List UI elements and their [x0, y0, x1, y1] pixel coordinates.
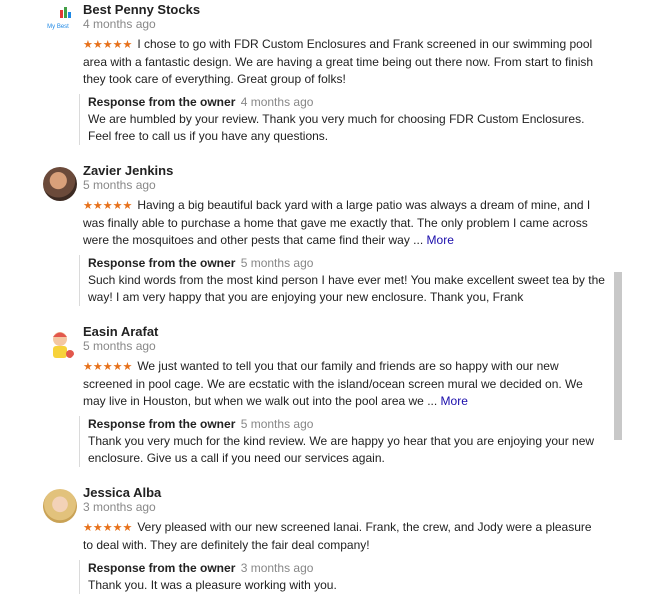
- more-link[interactable]: More: [441, 394, 468, 408]
- owner-response-time: 5 months ago: [240, 256, 314, 270]
- review-text-block: ★★★★★ I chose to go with FDR Custom Enclo…: [83, 36, 603, 88]
- owner-response: Response from the owner 3 months ago Tha…: [79, 560, 608, 594]
- cartoon-avatar-icon: [53, 332, 74, 358]
- reviewer-name[interactable]: Jessica Alba: [83, 485, 161, 500]
- owner-response-label: Response from the owner: [88, 417, 236, 431]
- avatar-logo-text: My Best: [47, 24, 69, 30]
- review-time: 5 months ago: [83, 178, 156, 192]
- review-text-block: ★★★★★ We just wanted to tell you that our…: [83, 358, 603, 410]
- owner-response: Response from the owner 5 months ago Tha…: [79, 416, 608, 467]
- review-text: I chose to go with FDR Custom Enclosures…: [83, 37, 594, 86]
- review-time: 4 months ago: [83, 17, 156, 31]
- owner-response-time: 5 months ago: [240, 417, 314, 431]
- review-text: We just wanted to tell you that our fami…: [83, 359, 583, 408]
- scrollbar-thumb[interactable]: [614, 272, 622, 440]
- owner-response-text: Thank you very much for the kind review.…: [88, 434, 595, 465]
- reviewer-name[interactable]: Best Penny Stocks: [83, 2, 200, 17]
- owner-response-text: Thank you. It was a pleasure working wit…: [88, 578, 337, 592]
- reviewer-name[interactable]: Zavier Jenkins: [83, 163, 173, 178]
- rating-stars-icon: ★★★★★: [83, 39, 133, 51]
- owner-response: Response from the owner 4 months ago We …: [79, 94, 608, 145]
- reviewer-name[interactable]: Easin Arafat: [83, 324, 158, 339]
- avatar[interactable]: [43, 167, 77, 201]
- review-text-block: ★★★★★ Having a big beautiful back yard wi…: [83, 197, 603, 249]
- avatar[interactable]: [43, 328, 77, 362]
- owner-response: Response from the owner 5 months ago Suc…: [79, 255, 608, 306]
- owner-response-time: 4 months ago: [240, 95, 314, 109]
- review-time: 3 months ago: [83, 500, 156, 514]
- rating-stars-icon: ★★★★★: [83, 361, 133, 373]
- owner-response-text: We are humbled by your review. Thank you…: [88, 112, 585, 143]
- more-link[interactable]: More: [427, 233, 454, 247]
- review-text-block: ★★★★★ Very pleased with our new screened …: [83, 519, 603, 554]
- owner-response-label: Response from the owner: [88, 95, 236, 109]
- owner-response-time: 3 months ago: [240, 561, 314, 575]
- owner-response-label: Response from the owner: [88, 561, 236, 575]
- owner-response-label: Response from the owner: [88, 256, 236, 270]
- review-time: 5 months ago: [83, 339, 156, 353]
- review-text: Having a big beautiful back yard with a …: [83, 198, 591, 247]
- owner-response-text: Such kind words from the most kind perso…: [88, 273, 605, 304]
- rating-stars-icon: ★★★★★: [83, 522, 133, 534]
- rating-stars-icon: ★★★★★: [83, 200, 133, 212]
- reviewer-logo-icon: My Best: [47, 7, 71, 30]
- avatar[interactable]: [43, 489, 77, 523]
- avatar[interactable]: My Best: [43, 6, 77, 40]
- review-text: Very pleased with our new screened lanai…: [83, 520, 592, 552]
